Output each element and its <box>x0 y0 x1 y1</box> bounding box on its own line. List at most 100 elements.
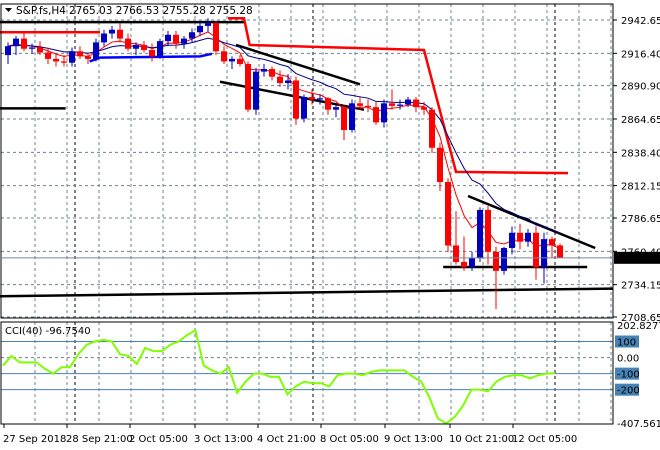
candle-body <box>461 261 467 268</box>
candle-body <box>101 33 107 43</box>
candle-body <box>277 76 283 84</box>
candle-body <box>245 63 251 110</box>
candle <box>517 223 523 250</box>
candle <box>437 142 443 191</box>
dropdown-triangle-icon[interactable] <box>5 8 12 12</box>
cci-tick-label: -407.5615 <box>617 419 660 430</box>
time-tick-label: 9 Oct 13:00 <box>384 434 443 445</box>
candle <box>477 207 483 262</box>
candle-body <box>133 44 139 49</box>
candle <box>173 30 179 49</box>
candle-body <box>13 38 19 47</box>
candle-body <box>469 258 475 268</box>
candle-body <box>181 38 187 44</box>
candle <box>229 56 235 70</box>
candle <box>181 36 187 49</box>
candle-body <box>437 147 443 183</box>
candle <box>445 178 451 252</box>
time-tick-label: 12 Oct 05:00 <box>512 434 577 445</box>
candle-body <box>237 58 243 64</box>
candle-body <box>517 232 523 242</box>
candle-body <box>149 50 155 57</box>
trend-lines <box>0 17 613 298</box>
price-panel-frame <box>0 3 614 319</box>
candle <box>125 33 131 52</box>
candle-body <box>485 209 491 252</box>
candle <box>525 228 531 247</box>
candle <box>557 243 563 258</box>
candle <box>69 47 75 67</box>
price-tick-label: 2812.15 <box>621 182 660 193</box>
candle-body <box>429 109 435 148</box>
candle-body <box>493 251 499 271</box>
current-price-label: 2755.28 <box>618 254 659 265</box>
candle-body <box>93 42 99 59</box>
candle <box>141 41 147 53</box>
candle <box>29 43 35 54</box>
candle-body <box>85 56 91 59</box>
candle-body <box>285 80 291 84</box>
slow-moving-average <box>7 37 561 234</box>
candle-body <box>533 232 539 268</box>
candle-body <box>205 23 211 26</box>
candle-body <box>373 107 379 123</box>
candle <box>365 99 371 113</box>
candle <box>413 96 419 113</box>
candle-body <box>325 98 331 110</box>
candle-body <box>261 69 267 72</box>
cci-panel: 202.82771000.00-100-200-407.5615 <box>1 321 660 430</box>
price-tick-label: 2916.40 <box>621 49 660 60</box>
candle-body <box>53 58 59 62</box>
candle <box>293 76 299 125</box>
candle <box>373 102 379 125</box>
candle-body <box>405 99 411 105</box>
candle-body <box>125 38 131 49</box>
candle-body <box>445 182 451 246</box>
trading-chart[interactable]: 202.82771000.00-100-200-407.5615 2942.65… <box>0 0 660 450</box>
candle-body <box>509 232 515 249</box>
candle <box>13 36 19 56</box>
candle-body <box>349 103 355 130</box>
cci-tick-label: 0.00 <box>617 354 639 365</box>
cci-tick-label: 100 <box>617 338 636 349</box>
price-tick-label: 2708.65 <box>621 313 660 324</box>
candles <box>5 18 563 309</box>
candle <box>221 46 227 64</box>
long-support-line <box>0 287 613 298</box>
candle-body <box>117 29 123 39</box>
ohlc-readout: 2765.03 2766.53 2755.28 2755.28 <box>69 5 253 17</box>
candle <box>277 70 283 87</box>
candle-body <box>197 25 203 33</box>
candle-body <box>301 96 307 119</box>
candle-body <box>109 29 115 34</box>
candle <box>117 23 123 43</box>
candle <box>397 99 403 110</box>
candle-body <box>165 34 171 42</box>
price-tick-label: 2864.65 <box>621 115 660 126</box>
candle-body <box>389 103 395 106</box>
candle <box>493 246 499 309</box>
candle <box>93 38 99 62</box>
candle-body <box>413 99 419 108</box>
price-tick-label: 2890.90 <box>621 82 660 93</box>
candle-body <box>381 103 387 123</box>
red-step-line <box>228 17 569 175</box>
candle-body <box>333 107 339 110</box>
candle-body <box>357 103 363 106</box>
cci-value: -96.7540 <box>46 326 91 337</box>
candle-body <box>269 69 275 77</box>
candle-body <box>253 71 259 110</box>
candle <box>461 236 467 271</box>
candle <box>109 25 115 39</box>
candle-body <box>77 51 83 57</box>
candle <box>549 236 555 259</box>
time-tick-label: 28 Sep 21:00 <box>66 434 133 445</box>
candle-body <box>397 104 403 106</box>
candle-body <box>317 98 323 100</box>
candle <box>301 94 307 123</box>
candle <box>53 53 59 67</box>
candle-body <box>213 23 219 52</box>
candle <box>309 89 315 105</box>
candle <box>453 211 459 265</box>
candle-body <box>421 107 427 110</box>
